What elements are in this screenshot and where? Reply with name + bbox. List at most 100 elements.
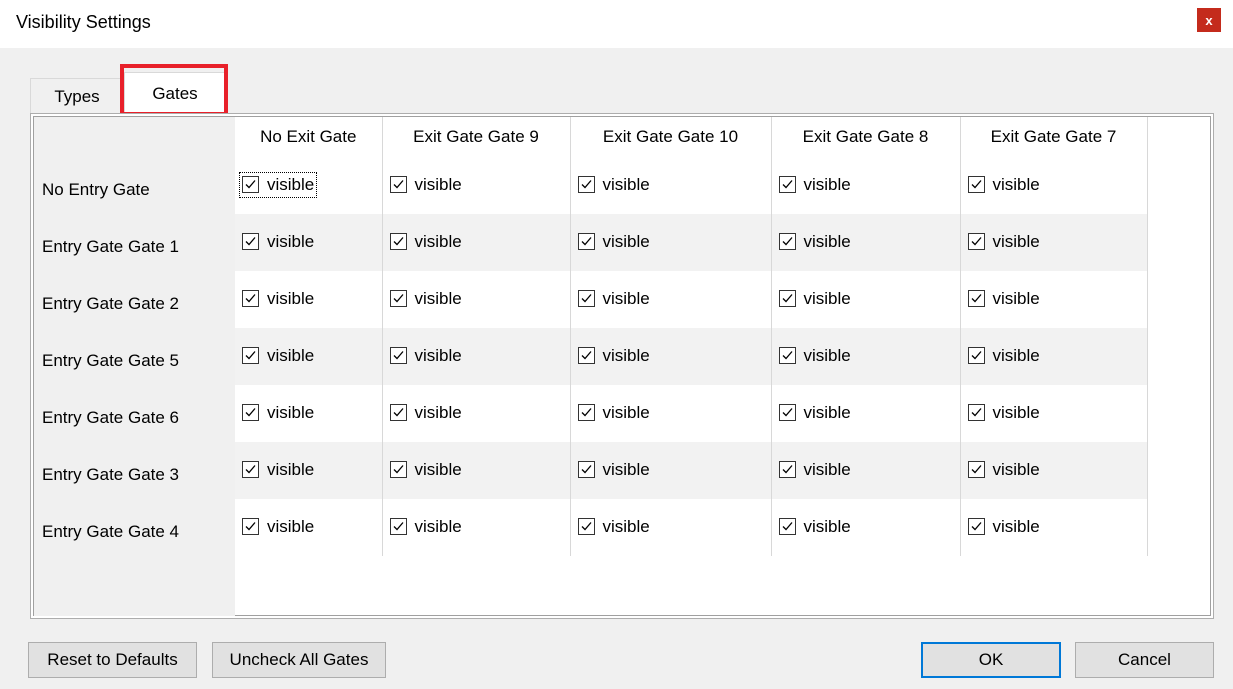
checkbox-label: visible: [992, 174, 1040, 194]
visible-checkbox[interactable]: visible: [389, 232, 462, 252]
checkbox-label: visible: [992, 345, 1040, 365]
visible-checkbox[interactable]: visible: [238, 171, 318, 198]
grid-cell: visible: [382, 385, 571, 442]
row-header: Entry Gate Gate 6: [34, 385, 235, 442]
visible-checkbox[interactable]: visible: [389, 174, 462, 195]
visible-checkbox[interactable]: visible: [967, 345, 1040, 366]
column-header: Exit Gate Gate 9: [382, 117, 571, 157]
visible-checkbox[interactable]: visible: [778, 232, 851, 252]
checkmark-icon: [967, 290, 985, 308]
grid-cell: visible: [960, 157, 1148, 214]
title-bar: Visibility Settings x: [0, 0, 1233, 48]
checkmark-icon: [778, 347, 796, 365]
visible-checkbox[interactable]: visible: [967, 459, 1040, 480]
grid-cell: visible: [235, 328, 383, 385]
checkmark-icon: [242, 518, 259, 536]
visible-checkbox[interactable]: visible: [577, 517, 650, 537]
checkbox-label: visible: [803, 459, 851, 479]
visible-checkbox[interactable]: visible: [778, 459, 851, 480]
grid-cell: visible: [771, 157, 961, 214]
window-title: Visibility Settings: [16, 12, 151, 32]
visible-checkbox[interactable]: visible: [967, 402, 1040, 423]
reset-to-defaults-button[interactable]: Reset to Defaults: [28, 642, 197, 678]
visible-checkbox[interactable]: visible: [242, 232, 314, 252]
visible-checkbox[interactable]: visible: [577, 346, 650, 366]
visible-checkbox[interactable]: visible: [967, 516, 1040, 537]
checkbox-label: visible: [602, 459, 650, 479]
visible-checkbox[interactable]: visible: [242, 289, 314, 309]
visible-checkbox[interactable]: visible: [778, 517, 851, 537]
visible-checkbox[interactable]: visible: [389, 346, 462, 366]
checkbox-label: visible: [414, 174, 462, 194]
checkbox-label: visible: [992, 231, 1040, 251]
visibility-settings-dialog: Visibility Settings x Types Gates No Exi…: [0, 0, 1233, 689]
cancel-button[interactable]: Cancel: [1075, 642, 1214, 678]
checkbox-label: visible: [602, 288, 650, 308]
visible-checkbox[interactable]: visible: [967, 231, 1040, 252]
visible-checkbox[interactable]: visible: [577, 402, 650, 423]
visible-checkbox[interactable]: visible: [242, 460, 314, 480]
checkbox-label: visible: [414, 288, 462, 308]
grid-cell: visible: [771, 214, 961, 271]
checkmark-icon: [967, 233, 985, 251]
tab-types[interactable]: Types: [30, 78, 124, 114]
visible-checkbox[interactable]: visible: [577, 231, 650, 252]
checkbox-label: visible: [414, 402, 462, 422]
column-header: Exit Gate Gate 10: [570, 117, 772, 157]
checkmark-icon: [242, 404, 259, 422]
grid-cell: visible: [235, 499, 383, 556]
uncheck-all-gates-button[interactable]: Uncheck All Gates: [212, 642, 386, 678]
checkmark-icon: [778, 290, 796, 308]
column-header-row: No Exit Gate Exit Gate Gate 9 Exit Gate Ga…: [34, 117, 1148, 157]
ok-button[interactable]: OK: [921, 642, 1061, 678]
checkbox-label: visible: [992, 459, 1040, 479]
checkmark-icon: [577, 176, 595, 194]
tab-types-label: Types: [54, 86, 100, 106]
visible-checkbox[interactable]: visible: [967, 174, 1040, 195]
visible-checkbox[interactable]: visible: [242, 517, 314, 537]
checkbox-label: visible: [602, 231, 650, 251]
checkbox-label: visible: [414, 516, 462, 536]
grid-cell: visible: [570, 214, 772, 271]
checkbox-label: visible: [992, 402, 1040, 422]
visible-checkbox[interactable]: visible: [389, 402, 462, 423]
visible-checkbox[interactable]: visible: [389, 460, 462, 480]
visible-checkbox[interactable]: visible: [577, 459, 650, 480]
tab-gates[interactable]: Gates: [124, 72, 226, 114]
row-header: Entry Gate Gate 2: [34, 271, 235, 328]
visible-checkbox[interactable]: visible: [389, 288, 462, 309]
column-header: Exit Gate Gate 7: [960, 117, 1148, 157]
checkbox-label: visible: [267, 402, 315, 422]
checkmark-icon: [778, 518, 796, 536]
grid-cell: visible: [771, 442, 961, 499]
grid-cell: visible: [382, 442, 571, 499]
grid-cell: visible: [382, 499, 571, 556]
visible-checkbox[interactable]: visible: [778, 403, 851, 423]
gates-tab-panel: No Exit Gate Exit Gate Gate 9 Exit Gate Ga…: [30, 113, 1214, 619]
grid-cell: visible: [960, 385, 1148, 442]
visible-checkbox[interactable]: visible: [778, 175, 851, 195]
grid-cell: visible: [382, 214, 571, 271]
visible-checkbox[interactable]: visible: [577, 288, 650, 309]
checkmark-icon: [389, 404, 407, 422]
grid-cell: visible: [570, 499, 772, 556]
checkbox-label: visible: [267, 459, 315, 479]
checkmark-icon: [389, 518, 407, 536]
close-button[interactable]: x: [1197, 8, 1221, 32]
checkmark-icon: [778, 461, 796, 479]
table-row: Entry Gate Gate 3 visible visible visible vi…: [34, 442, 1148, 499]
visible-checkbox[interactable]: visible: [778, 346, 851, 366]
table-row: Entry Gate Gate 2 visible visible visible vi…: [34, 271, 1148, 328]
visible-checkbox[interactable]: visible: [242, 346, 314, 366]
visible-checkbox[interactable]: visible: [967, 289, 1040, 309]
grid-cell: visible: [570, 328, 772, 385]
visible-checkbox[interactable]: visible: [577, 175, 650, 195]
visible-checkbox[interactable]: visible: [242, 403, 314, 423]
checkmark-icon: [967, 461, 985, 479]
visible-checkbox[interactable]: visible: [778, 288, 851, 309]
checkbox-label: visible: [602, 402, 650, 422]
checkbox-label: visible: [992, 516, 1040, 536]
checkbox-label: visible: [803, 288, 851, 308]
visible-checkbox[interactable]: visible: [389, 516, 462, 537]
checkmark-icon: [577, 518, 595, 536]
